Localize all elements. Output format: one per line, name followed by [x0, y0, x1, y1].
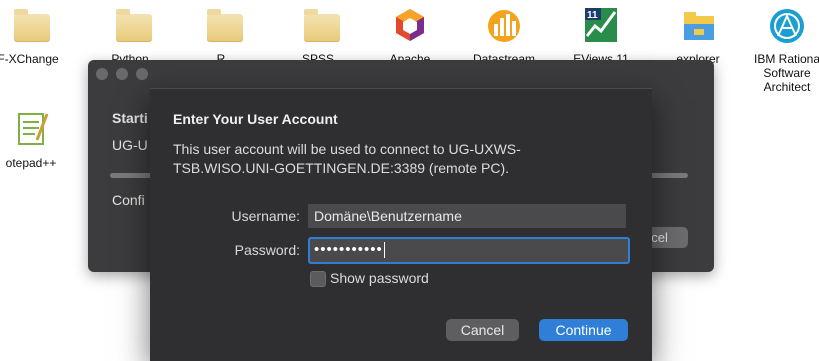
- desktop-icon-r[interactable]: R: [175, 6, 267, 66]
- background-window-title: Starti: [112, 110, 148, 126]
- desktop-icon-python[interactable]: Python: [84, 6, 176, 66]
- background-window-subtitle: UG-U: [112, 137, 148, 153]
- datastream-icon: [482, 6, 526, 46]
- folder-icon: [108, 6, 152, 46]
- desktop-icon-label-line1: IBM Rationa: [753, 52, 819, 66]
- apache-icon: [388, 6, 432, 46]
- zoom-window-button[interactable]: [136, 68, 148, 80]
- desktop-icon-spss[interactable]: SPSS: [272, 6, 364, 66]
- desktop-icon-eviews[interactable]: 11 EViews 11: [555, 6, 647, 66]
- desktop-icon-label: otepad++: [5, 156, 57, 170]
- notepad-plus-plus-icon: [9, 110, 53, 150]
- password-masked-value: •••••••••••: [314, 241, 383, 258]
- background-window-status: Confi: [112, 192, 145, 208]
- dialog-title: Enter Your User Account: [173, 111, 338, 127]
- desktop-icon-pdf-xchange[interactable]: F-XChange: [0, 6, 74, 66]
- user-account-dialog: Enter Your User Account This user accoun…: [150, 88, 652, 361]
- minimize-window-button[interactable]: [116, 68, 128, 80]
- eviews-badge: 11: [587, 10, 598, 21]
- text-caret: [383, 242, 385, 259]
- desktop-icon-label-line3: Architect: [763, 80, 811, 94]
- explorer-icon: [676, 6, 720, 46]
- close-window-button[interactable]: [96, 68, 108, 80]
- continue-button[interactable]: Continue: [539, 319, 628, 341]
- eviews-icon: 11: [579, 6, 623, 46]
- folder-icon: [6, 6, 50, 46]
- folder-icon: [296, 6, 340, 46]
- show-password-label[interactable]: Show password: [330, 270, 429, 286]
- username-label: Username:: [231, 208, 300, 224]
- folder-icon: [199, 6, 243, 46]
- desktop-icon-notepad-plus-plus[interactable]: otepad++: [0, 110, 77, 170]
- desktop-icon-ibm-rational[interactable]: IBM Rationa Software Architect: [741, 6, 819, 94]
- password-label: Password:: [234, 242, 300, 258]
- desktop-icon-apache[interactable]: Apache: [364, 6, 456, 66]
- desktop-icon-explorer[interactable]: explorer: [652, 6, 744, 66]
- desktop-icon-label-line2: Software: [763, 66, 811, 80]
- desktop-icon-label: F-XChange: [0, 52, 59, 66]
- password-field[interactable]: •••••••••••: [308, 237, 630, 264]
- username-field[interactable]: Domäne\Benutzername: [308, 204, 626, 228]
- show-password-checkbox[interactable]: [310, 271, 326, 287]
- cancel-button[interactable]: Cancel: [446, 319, 519, 341]
- desktop-icon-datastream[interactable]: Datastream: [458, 6, 550, 66]
- dialog-message: This user account will be used to connec…: [173, 141, 521, 176]
- ibm-rational-icon: [765, 6, 809, 46]
